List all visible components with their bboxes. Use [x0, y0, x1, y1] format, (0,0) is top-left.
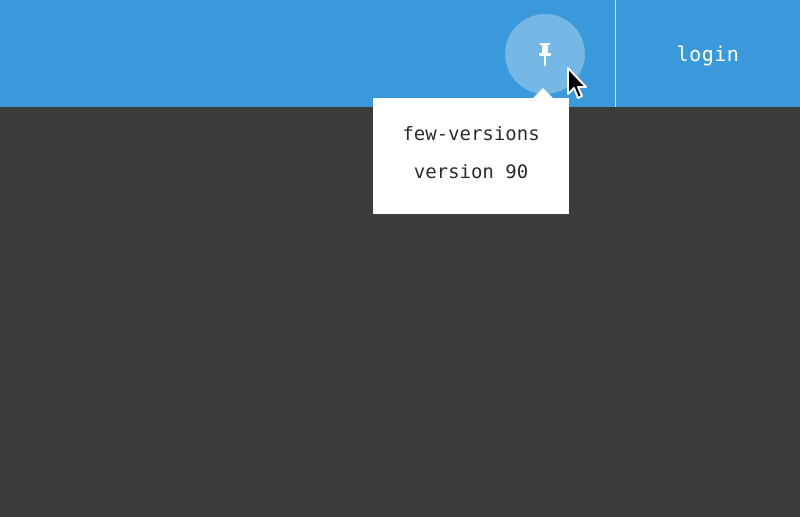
top-bar: login: [0, 0, 800, 107]
pin-button[interactable]: [505, 14, 585, 94]
tooltip-arrow: [533, 88, 553, 98]
tooltip-version: version 90: [413, 161, 529, 183]
pushpin-icon: [539, 43, 551, 66]
tooltip-repo-name: few-versions: [402, 123, 540, 145]
pin-tooltip: few-versions version 90: [373, 98, 569, 214]
login-button[interactable]: login: [616, 0, 800, 107]
